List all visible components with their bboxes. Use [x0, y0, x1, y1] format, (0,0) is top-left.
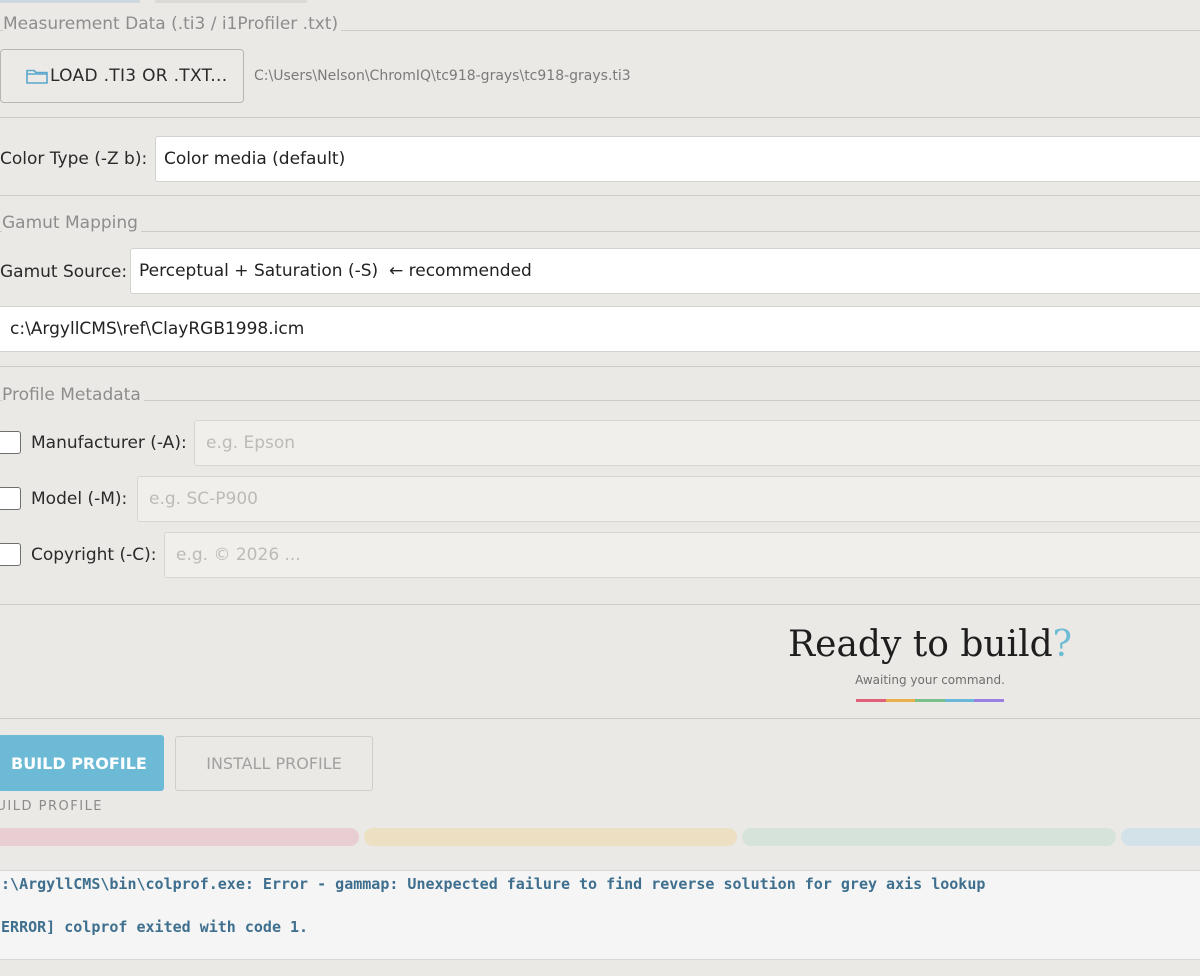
folder-icon [26, 69, 48, 84]
manufacturer-input[interactable]: e.g. Epson [194, 420, 1200, 466]
copyright-input[interactable]: e.g. © 2026 ... [164, 532, 1200, 578]
load-button-label: LOAD .TI3 OR .TXT... [50, 66, 228, 86]
manufacturer-label: Manufacturer (-A): [31, 433, 187, 453]
metadata-legend: Profile Metadata [2, 385, 144, 405]
color-type-label: Color Type (-Z b): [0, 149, 148, 169]
status-title-mark: ? [1052, 624, 1072, 665]
status-title: Ready to build? [730, 624, 1130, 665]
rainbow-segment [944, 699, 975, 702]
build-profile-button[interactable]: BUILD PROFILE [0, 735, 164, 791]
console-output[interactable]: c:\ArgyllCMS\bin\colprof.exe: Error - ga… [0, 870, 1200, 960]
console-line-exit: [ERROR] colprof exited with code 1. [0, 918, 309, 936]
measurement-legend: Measurement Data (.ti3 / i1Profiler .txt… [3, 14, 342, 34]
source-profile-path: c:\ArgyllCMS\ref\ClayRGB1998.icm [10, 319, 305, 339]
copyright-placeholder: e.g. © 2026 ... [176, 545, 301, 565]
status-subtitle: Awaiting your command. [855, 673, 1005, 687]
progress-segment-3 [742, 828, 1116, 846]
model-checkbox[interactable] [0, 487, 21, 510]
progress-segment-4 [1121, 828, 1200, 846]
manufacturer-placeholder: e.g. Epson [206, 433, 296, 453]
measurement-file-path: C:\Users\Nelson\ChromIQ\tc918-grays\tc91… [254, 68, 631, 84]
gamut-source-value: Perceptual + Saturation (-S) ← recommend… [139, 261, 532, 281]
rainbow-segment [974, 699, 1004, 702]
model-input[interactable]: e.g. SC-P900 [137, 476, 1200, 522]
color-type-value: Color media (default) [164, 149, 346, 169]
top-tab-indicator-2 [155, 0, 307, 3]
gamut-source-select[interactable]: Perceptual + Saturation (-S) ← recommend… [130, 248, 1200, 294]
status-rainbow-bar [856, 699, 1004, 702]
progress-step-label: BUILD PROFILE [0, 799, 104, 814]
copyright-checkbox[interactable] [0, 543, 21, 566]
install-profile-button[interactable]: INSTALL PROFILE [175, 736, 373, 791]
section-divider-3 [0, 366, 1200, 367]
section-divider-2 [0, 195, 1200, 196]
progress-segment-1 [0, 828, 359, 846]
section-divider-5 [0, 718, 1200, 719]
rainbow-segment [885, 699, 916, 702]
status-title-text: Ready to build [788, 624, 1053, 665]
manufacturer-checkbox[interactable] [0, 431, 21, 454]
gamut-divider [0, 231, 1200, 232]
section-divider-4 [0, 604, 1200, 605]
model-placeholder: e.g. SC-P900 [149, 489, 258, 509]
source-profile-input[interactable]: c:\ArgyllCMS\ref\ClayRGB1998.icm [0, 306, 1200, 352]
load-ti3-button[interactable]: LOAD .TI3 OR .TXT... [0, 49, 244, 103]
copyright-label: Copyright (-C): [31, 545, 157, 565]
metadata-divider [0, 400, 1200, 401]
progress-segment-2 [364, 828, 737, 846]
section-divider-1 [0, 117, 1200, 118]
gamut-source-label: Gamut Source: [0, 262, 128, 282]
gamut-legend: Gamut Mapping [2, 213, 141, 233]
rainbow-segment [856, 699, 886, 702]
console-line-error: c:\ArgyllCMS\bin\colprof.exe: Error - ga… [0, 875, 986, 893]
top-tab-indicator [0, 0, 140, 3]
rainbow-segment [915, 699, 945, 702]
color-type-select[interactable]: Color media (default) [155, 136, 1200, 182]
model-label: Model (-M): [31, 489, 128, 509]
